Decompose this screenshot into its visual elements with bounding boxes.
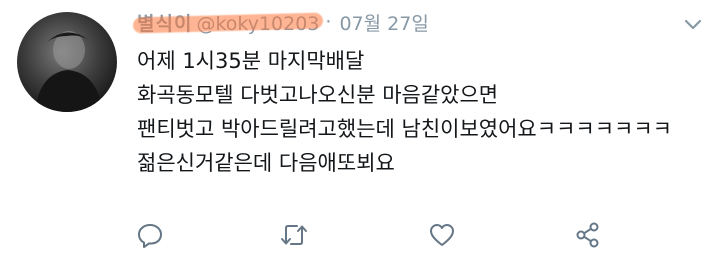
share-button[interactable] (572, 219, 604, 251)
tweet-text: 어제 1시35분 마지막배달 화곡동모텔 다벗고나오신분 마음같았으면 팬티벗고… (137, 44, 707, 180)
reply-button[interactable] (134, 219, 166, 251)
tweet-line: 화곡동모텔 다벗고나오신분 마음같았으면 (137, 83, 499, 107)
avatar-image (35, 31, 103, 112)
action-bar (0, 219, 720, 251)
tweet-line: 어제 1시35분 마지막배달 (137, 49, 365, 73)
retweet-button[interactable] (278, 219, 310, 251)
like-button[interactable] (426, 219, 458, 251)
chevron-down-icon (684, 19, 702, 30)
tweet: 별식이@koky10203 · 07월 27일 어제 1시35분 마지막배달 화… (0, 0, 720, 259)
heart-icon (430, 224, 454, 246)
separator: · (325, 11, 332, 33)
reply-icon (138, 224, 162, 248)
tweet-date[interactable]: 07월 27일 (339, 9, 428, 36)
tweet-line: 젊은신거같은데 다음애또뵈요 (137, 151, 395, 175)
share-icon (576, 222, 599, 248)
avatar[interactable] (17, 12, 117, 112)
retweet-icon (281, 225, 307, 245)
author[interactable]: 별식이@koky10203 (132, 9, 324, 36)
tweet-line: 팬티벗고 박아드릴려고했는데 남친이보였어요ㅋㅋㅋㅋㅋㅋㅋ (137, 117, 672, 141)
menu-button[interactable] (682, 14, 704, 36)
tweet-header: 별식이@koky10203 · 07월 27일 (132, 8, 429, 36)
